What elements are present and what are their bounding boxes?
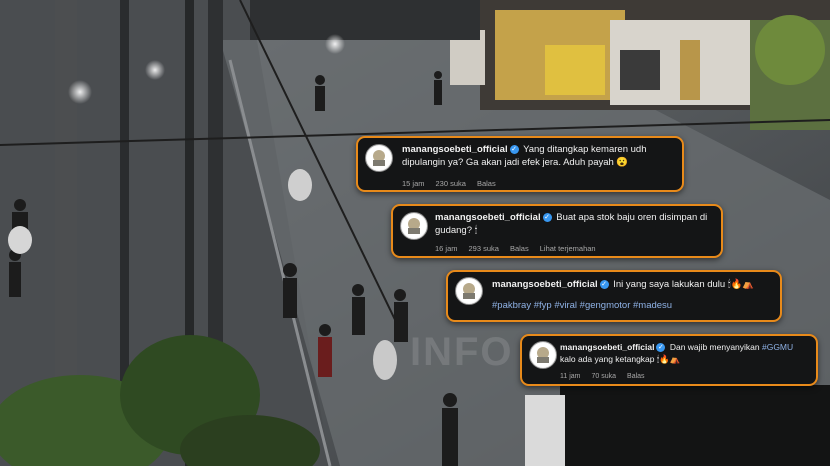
- comment-likes[interactable]: 230 suka: [436, 179, 466, 188]
- avatar[interactable]: [455, 277, 483, 305]
- comment-text: Dan wajib menyanyikan: [669, 342, 762, 352]
- comment-meta: 11 jam 70 suka Balas: [560, 373, 656, 380]
- reply-button[interactable]: Balas: [627, 373, 645, 380]
- comment-card-3: manangsoebeti_official ✓ Ini yang saya la…: [446, 270, 782, 322]
- comment-meta: 15 jam 230 suka Balas: [402, 179, 507, 188]
- comment-time: 15 jam: [402, 179, 425, 188]
- verified-badge-icon: ✓: [656, 343, 666, 353]
- verified-badge-icon: ✓: [509, 144, 519, 154]
- verified-badge-icon: ✓: [542, 212, 552, 222]
- comment-meta: 16 jam 293 suka Balas Lihat terjemahan: [435, 244, 607, 253]
- reply-button[interactable]: Balas: [510, 244, 529, 253]
- reply-button[interactable]: Balas: [477, 179, 496, 188]
- comment-time: 11 jam: [560, 373, 581, 380]
- watermark-text: INFO: [410, 330, 514, 374]
- comment-username[interactable]: manangsoebeti_official: [435, 212, 541, 223]
- comment-text-continued: kalo ada yang ketangkap 🕯🔥⛺: [560, 354, 681, 364]
- avatar[interactable]: [529, 341, 557, 369]
- comment-hashtag[interactable]: #GGMU: [762, 342, 793, 352]
- see-translation-link[interactable]: Lihat terjemahan: [540, 244, 596, 253]
- comment-card-2: manangsoebeti_official ✓ Buat apa stok ba…: [391, 204, 723, 258]
- comment-time: 16 jam: [435, 244, 458, 253]
- comment-text: Ini yang saya lakukan dulu 🕯🔥⛺: [613, 279, 755, 290]
- avatar[interactable]: [365, 144, 393, 172]
- comment-username[interactable]: manangsoebeti_official: [402, 144, 508, 155]
- comment-card-1: manangsoebeti_official ✓ Yang ditangkap k…: [356, 136, 684, 192]
- avatar[interactable]: [400, 212, 428, 240]
- comment-hashtags[interactable]: #pakbray #fyp #viral #gengmotor #madesu: [492, 299, 772, 312]
- comment-likes[interactable]: 70 suka: [592, 373, 617, 380]
- comment-card-4: manangsoebeti_official ✓ Dan wajib menyan…: [520, 334, 818, 386]
- comment-username[interactable]: manangsoebeti_official: [560, 342, 654, 352]
- comment-username[interactable]: manangsoebeti_official: [492, 279, 598, 290]
- verified-badge-icon: ✓: [599, 279, 609, 289]
- comment-likes[interactable]: 293 suka: [469, 244, 499, 253]
